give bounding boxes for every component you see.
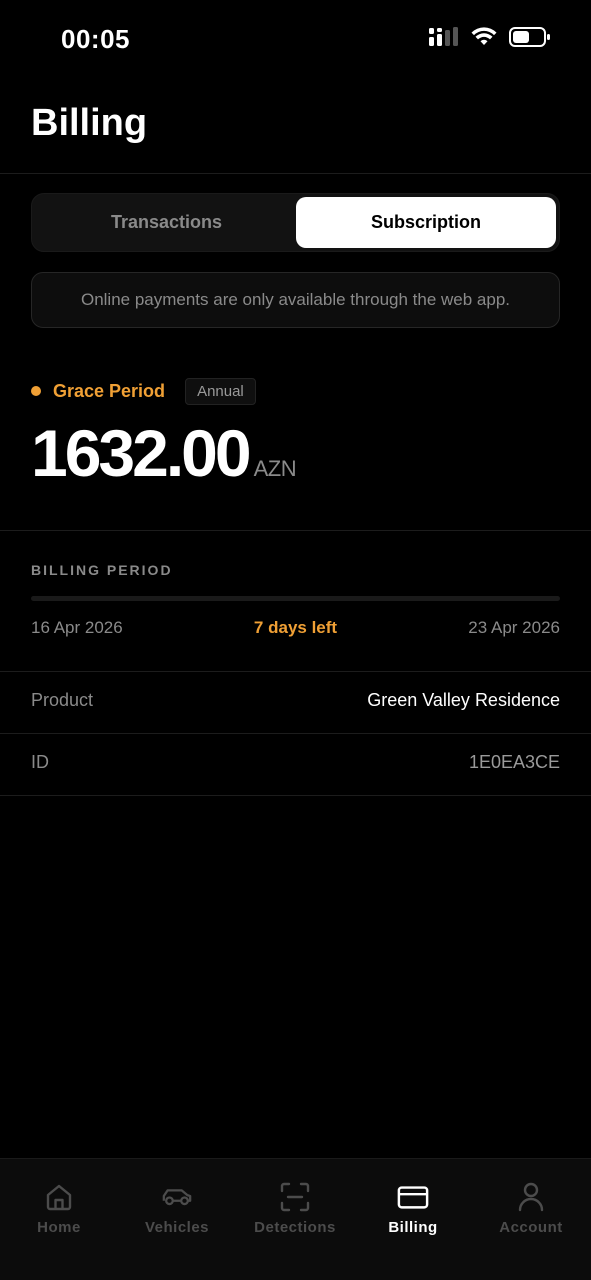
section-divider bbox=[0, 671, 591, 672]
row-divider bbox=[0, 733, 591, 734]
tab-home[interactable]: Home bbox=[0, 1181, 118, 1236]
amount-row: 1632.00 AZN bbox=[31, 416, 297, 490]
billing-period-row: 16 Apr 2026 7 days left 23 Apr 2026 bbox=[31, 618, 560, 644]
tab-transactions[interactable]: Transactions bbox=[36, 197, 297, 248]
tab-label: Home bbox=[37, 1219, 81, 1236]
billing-period-label: BILLING PERIOD bbox=[31, 562, 173, 578]
detail-value: Green Valley Residence bbox=[367, 690, 560, 710]
detail-key: Product bbox=[31, 690, 94, 710]
car-icon bbox=[161, 1181, 193, 1213]
detail-key: ID bbox=[31, 752, 49, 772]
period-end-date: 23 Apr 2026 bbox=[468, 618, 560, 637]
home-icon bbox=[43, 1181, 75, 1213]
tab-label: Billing bbox=[388, 1219, 438, 1236]
wifi-icon bbox=[471, 27, 497, 52]
status-icons bbox=[429, 26, 551, 53]
segmented-control: Transactions Subscription bbox=[31, 193, 560, 252]
tab-label: Vehicles bbox=[144, 1219, 210, 1236]
row-divider bbox=[0, 795, 591, 796]
web-payment-notice: Online payments are only available throu… bbox=[31, 272, 560, 328]
detail-value: 1E0EA3CE bbox=[468, 752, 560, 772]
billing-progress-bar bbox=[31, 596, 560, 601]
tab-label: Account bbox=[499, 1219, 563, 1236]
battery-icon bbox=[509, 26, 551, 53]
subscription-status-row: Grace Period Annual bbox=[31, 376, 256, 406]
tab-vehicles[interactable]: Vehicles bbox=[118, 1181, 236, 1236]
tab-label: Detections bbox=[254, 1219, 336, 1236]
signal-icon bbox=[429, 27, 459, 52]
subscription-amount: 1632.00 bbox=[31, 416, 252, 490]
section-divider bbox=[0, 530, 591, 531]
status-dot-icon bbox=[31, 386, 41, 396]
scan-icon bbox=[279, 1181, 311, 1213]
currency-code: AZN bbox=[253, 456, 297, 481]
detail-row-id: ID 1E0EA3CE bbox=[31, 752, 560, 782]
status-label: Grace Period bbox=[53, 380, 166, 401]
user-icon bbox=[515, 1181, 547, 1213]
tab-account[interactable]: Account bbox=[472, 1181, 590, 1236]
tab-detections[interactable]: Detections bbox=[236, 1181, 354, 1236]
status-bar: 00:05 bbox=[0, 0, 591, 80]
status-time: 00:05 bbox=[61, 24, 130, 54]
credit-card-icon bbox=[397, 1181, 429, 1213]
plan-badge: Annual bbox=[185, 377, 256, 405]
tab-subscription[interactable]: Subscription bbox=[296, 197, 556, 248]
tab-billing[interactable]: Billing bbox=[354, 1181, 472, 1236]
bottom-tab-bar: Home Vehicles Detections Billing Account bbox=[0, 1158, 591, 1280]
header-divider bbox=[0, 173, 591, 174]
page-title: Billing bbox=[31, 102, 148, 144]
detail-row-product: Product Green Valley Residence bbox=[31, 690, 560, 720]
